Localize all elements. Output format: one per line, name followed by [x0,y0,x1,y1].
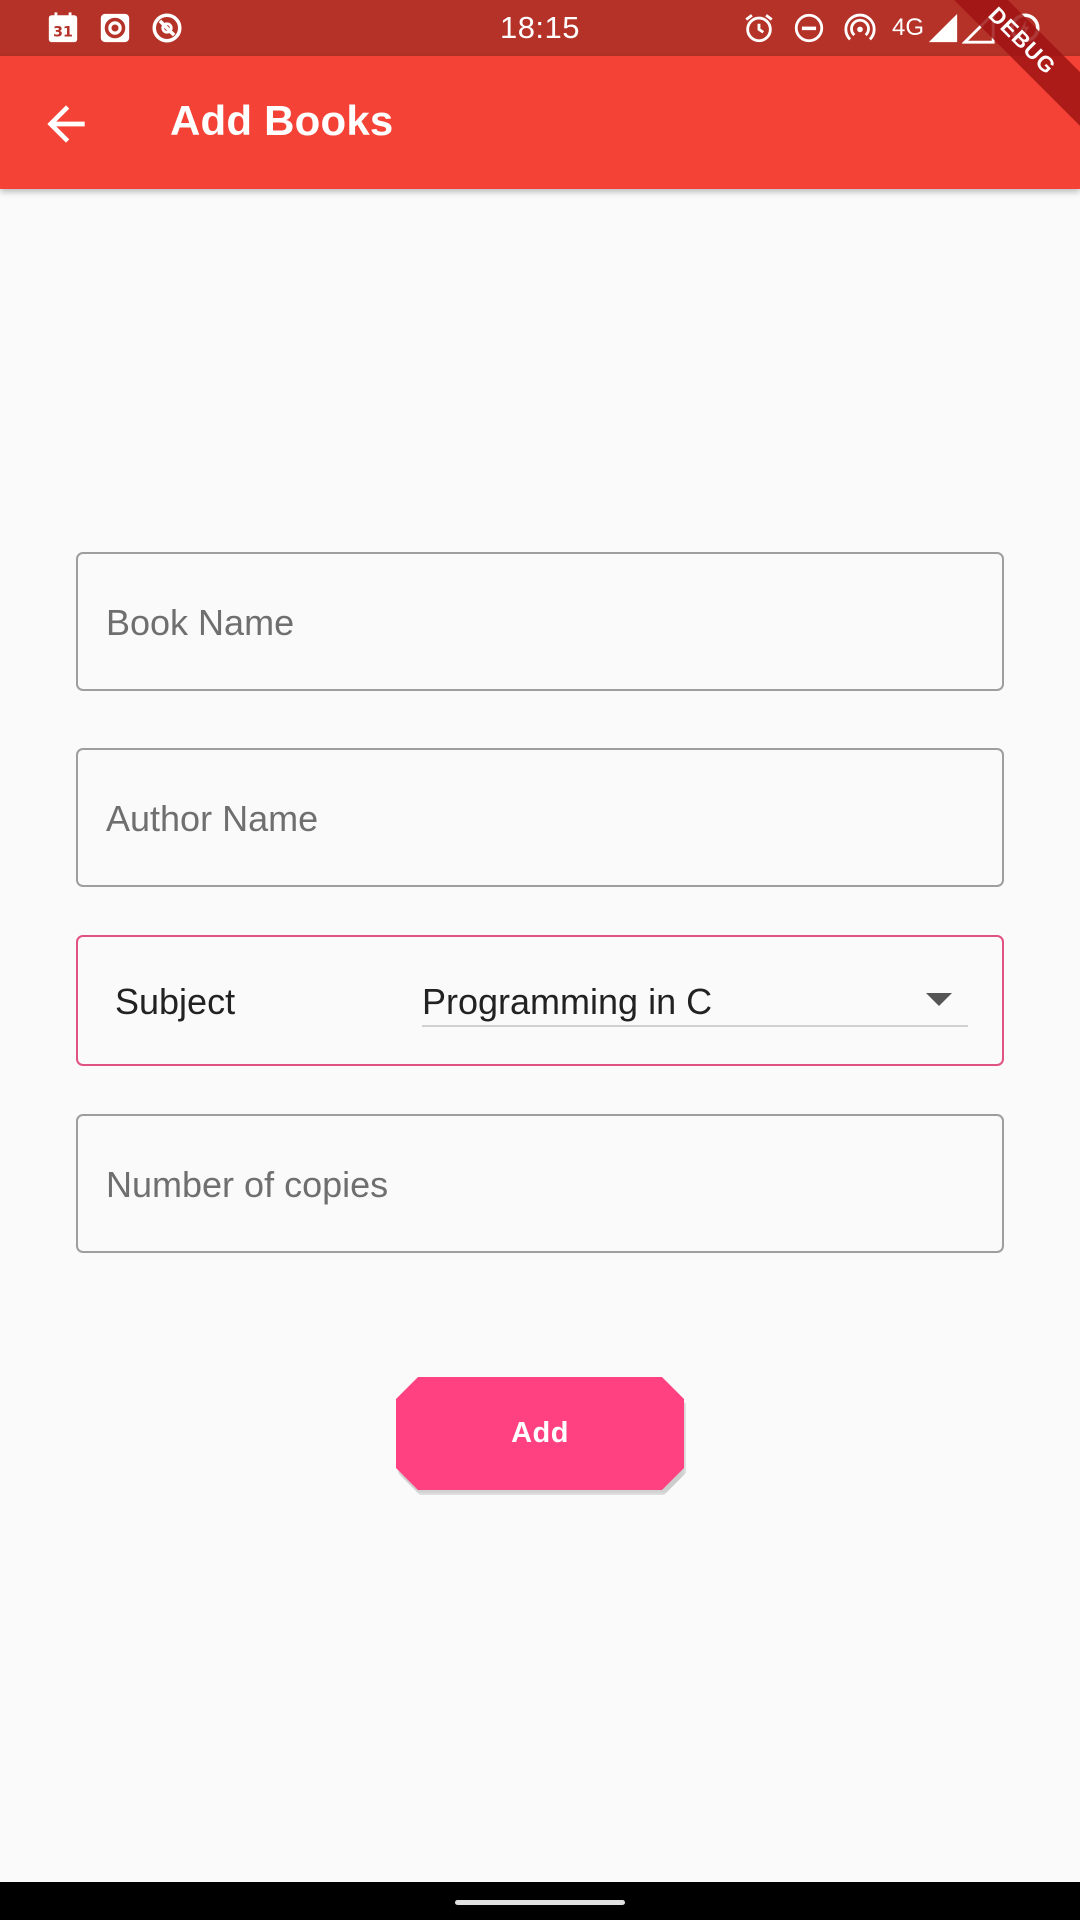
number-of-copies-field[interactable]: Number of copies [76,1114,1004,1253]
subject-label: Subject [115,981,236,1022]
hotspot-icon [844,13,876,41]
arrow-back-icon[interactable] [38,96,94,152]
book-name-field[interactable]: Book Name [76,552,1004,691]
navigation-bar [0,1882,1080,1920]
status-bar: 31 18:15 4G [0,0,1080,56]
do-not-disturb-icon [794,13,824,43]
page-title: Add Books [170,97,394,144]
subject-selector: Subject Programming in C [76,935,1004,1066]
add-books-screen: 31 18:15 4G Add Books DEBUG Book Name Au… [0,0,1080,1920]
book-name-placeholder: Book Name [106,602,295,643]
app-bar: Add Books [0,56,1080,189]
network-type: 4G [892,14,925,41]
dropdown-arrow-icon [926,993,952,1006]
subject-dropdown[interactable]: Programming in C [422,965,968,1027]
signal-icon [928,13,958,43]
author-name-placeholder: Author Name [106,798,319,839]
add-button[interactable]: Add [396,1377,684,1490]
author-name-field[interactable]: Author Name [76,748,1004,887]
number-of-copies-placeholder: Number of copies [106,1164,389,1205]
alarm-icon [745,14,773,43]
home-gesture-pill[interactable] [455,1900,625,1905]
subject-value: Programming in C [422,981,713,1022]
